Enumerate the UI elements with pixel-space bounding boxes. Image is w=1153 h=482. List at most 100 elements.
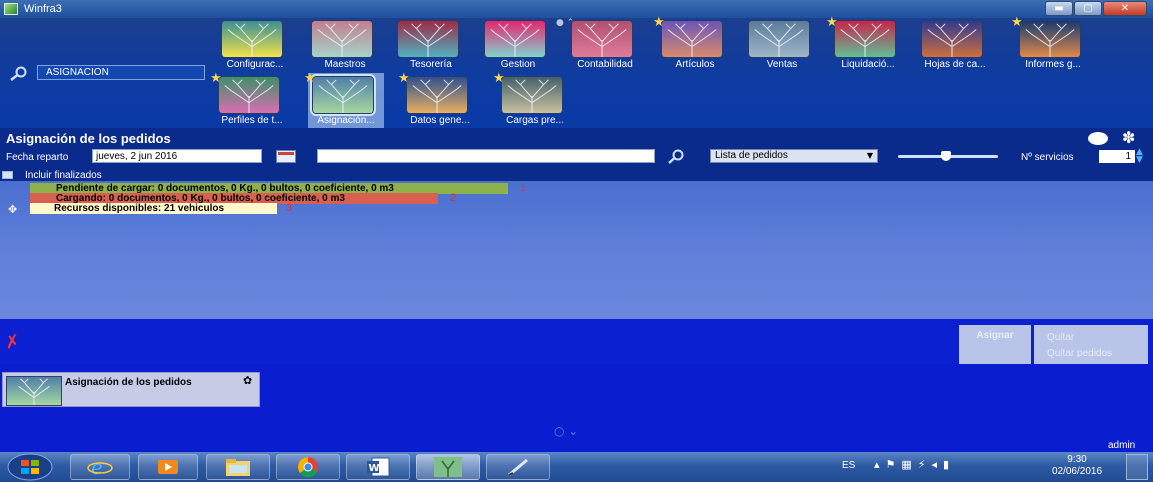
module-tile[interactable]: Ventas <box>744 20 834 75</box>
folder-icon <box>226 459 250 476</box>
module-tile[interactable]: Perfiles de t... ★ <box>210 72 304 131</box>
tile-label: Ventas <box>766 59 798 70</box>
module-tile[interactable]: Asignación... ★ <box>304 72 398 131</box>
status-recursos-text: Recursos disponibles: 21 vehiculos <box>54 203 225 214</box>
search-icon[interactable] <box>8 66 28 82</box>
tile-label: Datos gene... <box>410 115 470 126</box>
open-window-thumbnail <box>6 376 62 406</box>
tile-tree-image <box>834 20 896 58</box>
tile-label: Hojas de ca... <box>924 59 986 70</box>
open-windows-area: Asignación de los pedidos ✿ ○ ⌄ admin <box>0 364 1153 452</box>
taskbar: e W ES ▴⚑▦⚡◂▮ 9:30 02/06/2016 <box>0 452 1153 482</box>
favorite-star-icon[interactable]: ★ <box>1011 16 1024 29</box>
module-tile[interactable]: Artículos ★ <box>653 16 747 75</box>
module-tile[interactable]: Cargas pre... ★ <box>493 72 587 131</box>
minimize-button[interactable]: ▬ <box>1045 1 1073 16</box>
tile-tree-image <box>310 74 376 116</box>
open-window-card[interactable]: Asignación de los pedidos ✿ <box>2 372 260 407</box>
favorite-star-icon[interactable]: ★ <box>398 72 411 85</box>
fecha-reparto-label: Fecha reparto <box>6 152 69 163</box>
quitar-pedidos-label[interactable]: Quitar pedidos <box>1047 346 1148 362</box>
show-desktop-button[interactable] <box>1126 454 1148 480</box>
list-type-value: Lista de pedidos <box>715 150 788 161</box>
tile-label: Tesorería <box>410 59 452 70</box>
fecha-reparto-input[interactable]: jueves, 2 jun 2016 <box>92 149 262 163</box>
asignar-button[interactable]: Asignar <box>959 325 1031 364</box>
expand-icon[interactable]: ✥ <box>8 203 17 216</box>
favorite-star-icon[interactable]: ★ <box>493 72 506 85</box>
module-search-input[interactable]: ASIGNACION <box>37 65 205 80</box>
action-bar: ✗ Asignar Quitar Quitar pedidos <box>0 319 1153 364</box>
incluir-finalizados-label: Incluir finalizados <box>25 170 102 181</box>
servicios-input[interactable]: 1 <box>1099 150 1135 163</box>
tile-label: Perfiles de t... <box>221 115 283 126</box>
module-tile[interactable]: Liquidació... ★ <box>826 16 920 75</box>
incluir-finalizados-checkbox[interactable]: Incluir finalizados <box>2 170 102 181</box>
module-tile[interactable]: Configurac... <box>217 20 307 75</box>
checkbox-icon[interactable] <box>2 171 13 180</box>
tile-label: Cargas pre... <box>506 115 564 126</box>
zoom-slider[interactable] <box>898 151 998 163</box>
module-tile[interactable]: Maestros <box>307 20 397 75</box>
favorite-star-icon[interactable]: ★ <box>653 16 666 29</box>
module-tile[interactable]: Hojas de ca... <box>917 20 1007 75</box>
status-recursos[interactable]: Recursos disponibles: 21 vehiculos <box>30 203 277 214</box>
close-window-icon[interactable]: ✿ <box>243 374 252 387</box>
favorite-star-icon[interactable]: ★ <box>304 72 317 85</box>
slider-thumb[interactable] <box>941 151 951 161</box>
tile-tree-image <box>571 20 633 58</box>
start-button[interactable] <box>6 453 54 481</box>
tile-tree-image <box>1019 20 1081 58</box>
calendar-icon[interactable] <box>276 150 296 163</box>
maximize-button[interactable]: ▢ <box>1074 1 1102 16</box>
status-recursos-number: 3 <box>286 202 293 214</box>
language-indicator[interactable]: ES <box>842 460 855 471</box>
tile-tree-image <box>397 20 459 58</box>
tile-tree-image <box>311 20 373 58</box>
delete-icon[interactable]: ✗ <box>3 331 30 354</box>
current-user: admin <box>1108 440 1136 451</box>
module-tile[interactable]: Informes g... ★ <box>1011 16 1105 75</box>
taskbar-word-button[interactable]: W <box>346 454 410 480</box>
title-bar: Winfra3 ▬ ▢ ✕ <box>0 0 1153 18</box>
taskbar-chrome-button[interactable] <box>276 454 340 480</box>
favorite-star-icon[interactable]: ★ <box>826 16 839 29</box>
tile-tree-image <box>484 20 546 58</box>
tile-tree-image <box>406 76 468 114</box>
window-controls: ▬ ▢ ✕ <box>1045 1 1147 16</box>
chrome-icon <box>298 457 318 478</box>
tile-label: Informes g... <box>1025 59 1081 70</box>
favorite-star-icon[interactable]: ★ <box>210 72 223 85</box>
media-player-icon <box>158 460 178 474</box>
module-tile[interactable]: Contabilidad <box>567 20 657 75</box>
tile-tree-image <box>218 76 280 114</box>
expand-panel-icon[interactable]: ○ ⌄ <box>554 424 578 438</box>
module-ribbon: ● ⌃ ASIGNACION Configurac... Maestros Teso… <box>0 16 1153 131</box>
magnifier-icon[interactable] <box>666 149 686 165</box>
taskbar-explorer-button[interactable] <box>206 454 270 480</box>
quitar-button[interactable]: Quitar Quitar pedidos <box>1034 325 1148 364</box>
list-type-select[interactable]: Lista de pedidos ▼ <box>710 149 878 163</box>
module-tile[interactable]: Datos gene... ★ <box>398 72 492 131</box>
chevron-down-icon: ▼ <box>866 151 873 160</box>
module-tile[interactable]: Gestion <box>480 20 570 75</box>
toggle-icon[interactable] <box>1088 132 1108 145</box>
app-icon <box>4 3 18 15</box>
tile-label: Contabilidad <box>577 59 633 70</box>
tile-label: Gestion <box>500 59 536 70</box>
svg-text:W: W <box>369 463 380 474</box>
taskbar-media-button[interactable] <box>138 454 198 480</box>
tile-label: Configurac... <box>226 59 284 70</box>
close-button[interactable]: ✕ <box>1103 1 1147 16</box>
clock[interactable]: 9:30 02/06/2016 <box>1042 454 1112 478</box>
taskbar-ie-button[interactable]: e <box>70 454 130 480</box>
taskbar-winfra-button[interactable] <box>416 454 480 480</box>
taskbar-tool-button[interactable] <box>486 454 550 480</box>
tile-tree-image <box>921 20 983 58</box>
settings-icon[interactable]: ✽ <box>1122 129 1140 147</box>
tile-label: Liquidació... <box>841 59 895 70</box>
search-text-input[interactable] <box>317 149 655 163</box>
servicios-spinner-icon[interactable]: ▲ ▼ <box>1136 148 1143 165</box>
system-tray-icons[interactable]: ▴⚑▦⚡◂▮ <box>874 458 955 471</box>
module-tile[interactable]: Tesorería <box>393 20 483 75</box>
